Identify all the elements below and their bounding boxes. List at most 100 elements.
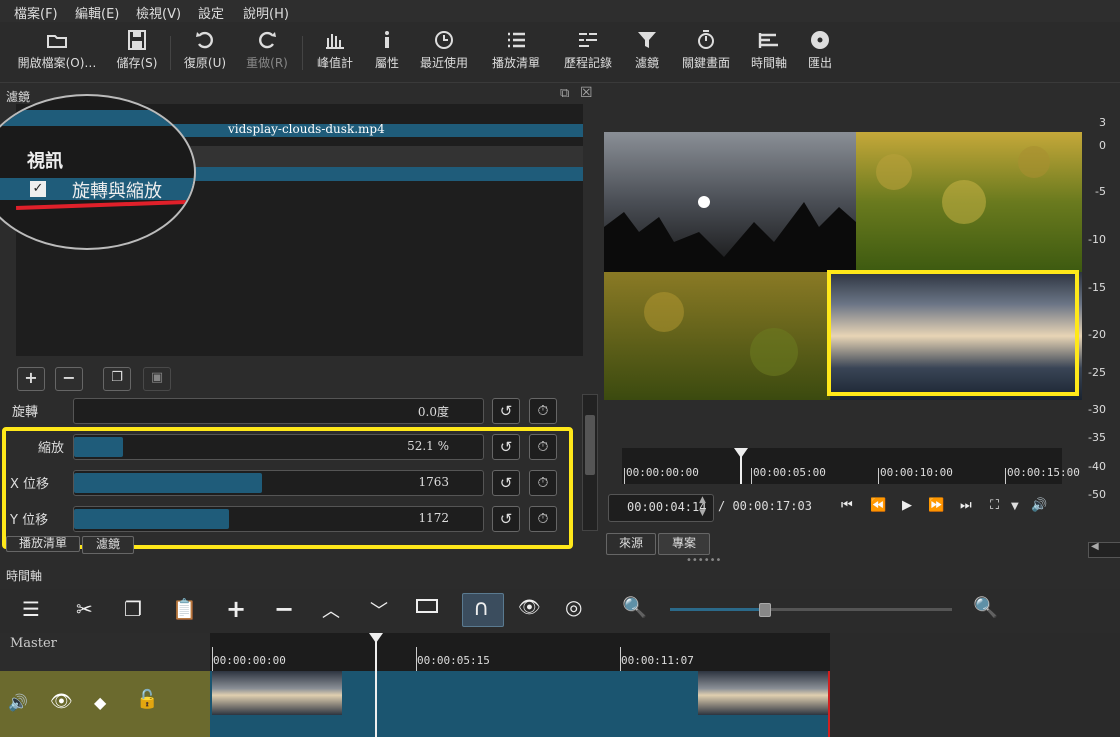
- snap-button[interactable]: ∩: [462, 593, 504, 627]
- meter-label: 3: [1099, 116, 1106, 129]
- meter-label: -25: [1088, 366, 1106, 379]
- save-button[interactable]: 儲存(S): [114, 30, 160, 71]
- scissors-icon[interactable]: ✂: [76, 597, 93, 621]
- lift-icon[interactable]: ︿: [322, 597, 340, 623]
- checkbox-checked[interactable]: ✓: [30, 181, 46, 197]
- properties-button[interactable]: 屬性: [364, 30, 410, 71]
- video-preview: [604, 132, 1082, 400]
- meter-scrollbar[interactable]: ◀: [1088, 541, 1120, 558]
- player-ruler[interactable]: 00:00:00:00 00:00:05:00 00:00:10:00 00:0…: [622, 448, 1080, 484]
- close-icon[interactable]: ☒: [580, 85, 593, 101]
- menu-help[interactable]: 說明(H): [243, 3, 289, 22]
- undo-icon: [196, 31, 213, 49]
- panel-scrollbar[interactable]: [582, 394, 598, 531]
- video-track[interactable]: [210, 671, 830, 737]
- main-toolbar: 開啟檔案(O)… 儲存(S) 復原(U) 重做(R) 峰值計 屬性 最近使用 播…: [0, 22, 1120, 83]
- menu-icon[interactable]: ☰: [22, 597, 40, 621]
- split-icon[interactable]: [416, 599, 438, 613]
- timeline-ruler[interactable]: 00:00:00:00 00:00:05:15 00:00:11:07: [210, 633, 830, 671]
- folder-icon: [47, 35, 67, 48]
- float-icon[interactable]: ⧉: [560, 86, 569, 101]
- timeline-button[interactable]: 時間軸: [746, 30, 792, 71]
- redo-icon: [259, 31, 276, 49]
- menu-edit[interactable]: 編輯(E): [75, 3, 119, 22]
- add-filter-button[interactable]: +: [17, 367, 45, 391]
- history-icon: [579, 33, 597, 47]
- export-button[interactable]: 匯出: [800, 30, 840, 71]
- filters-button[interactable]: 濾鏡: [624, 30, 670, 71]
- tab-playlist[interactable]: 播放清單: [6, 536, 80, 552]
- menu-view[interactable]: 檢視(V): [136, 3, 181, 22]
- open-file-button[interactable]: 開啟檔案(O)…: [12, 30, 102, 71]
- skip-start-icon[interactable]: ⏮: [841, 498, 853, 513]
- meter-label: -30: [1088, 403, 1106, 416]
- paste-icon[interactable]: 📋: [172, 597, 197, 621]
- ruler-tick: [878, 468, 879, 484]
- zoom-fit-icon[interactable]: ⛶: [990, 498, 999, 513]
- toolbar-separator: [170, 36, 171, 70]
- history-button[interactable]: 歷程記錄: [558, 30, 618, 71]
- copy-icon[interactable]: ❐: [124, 597, 142, 621]
- zoom-slider[interactable]: [670, 603, 952, 617]
- spin-up-icon[interactable]: ▲: [699, 495, 706, 505]
- fast-forward-icon[interactable]: ⏩: [928, 498, 944, 513]
- copy-filter-button[interactable]: ❐: [103, 367, 131, 391]
- tab-filters[interactable]: 濾鏡: [82, 536, 134, 554]
- recent-button[interactable]: 最近使用: [414, 30, 474, 71]
- rotation-slider[interactable]: 0.0度: [73, 398, 484, 424]
- tab-project[interactable]: 專案: [658, 533, 710, 555]
- master-label: Master: [10, 636, 57, 651]
- remove-icon[interactable]: −: [274, 595, 294, 623]
- ruler-label: 00:00:10:00: [880, 466, 953, 479]
- ripple-icon[interactable]: ◎: [565, 595, 582, 619]
- playlist-button[interactable]: 播放清單: [486, 30, 546, 71]
- meter-label: -15: [1088, 281, 1106, 294]
- tab-source[interactable]: 來源: [606, 533, 656, 555]
- redo-button[interactable]: 重做(R): [244, 30, 290, 71]
- zoom-slider-handle[interactable]: [759, 603, 771, 617]
- composite-icon[interactable]: ◆: [94, 693, 106, 712]
- current-time-field[interactable]: 00:00:04:14 ▲ ▼: [608, 494, 714, 522]
- zoom-in-icon[interactable]: 🔍: [973, 595, 998, 619]
- ruler-tick: [624, 468, 625, 484]
- skip-end-icon[interactable]: ⏭: [960, 498, 972, 513]
- add-icon[interactable]: +: [226, 595, 246, 623]
- meter-label: -50: [1088, 488, 1106, 501]
- filters-panel-title: 濾鏡: [6, 90, 31, 104]
- overwrite-icon[interactable]: ﹀: [370, 597, 388, 623]
- remove-filter-button[interactable]: −: [55, 367, 83, 391]
- meter-label: -40: [1088, 460, 1106, 473]
- audio-icon[interactable]: 🔊: [8, 693, 28, 712]
- undo-button[interactable]: 復原(U): [182, 30, 228, 71]
- scrub-icon[interactable]: 👁: [518, 597, 541, 618]
- clip-thumbnail-end: [698, 671, 828, 715]
- rewind-icon[interactable]: ⏪: [870, 498, 886, 513]
- keyframe-rotation-button[interactable]: ⏱: [529, 398, 557, 424]
- chevron-down-icon[interactable]: ▼: [1011, 501, 1019, 512]
- rotation-label: 旋轉: [12, 405, 39, 420]
- filters-panel: 濾鏡 ⧉ ☒ vidsplay-clouds-dusk.mp4 視訊 ✓ 旋轉與…: [0, 84, 600, 560]
- save-icon: [128, 30, 146, 50]
- ruler-label: 00:00:05:00: [753, 466, 826, 479]
- unlock-icon[interactable]: 🔓: [136, 689, 158, 710]
- ruler-label: 00:00:05:15: [417, 654, 490, 667]
- menu-settings[interactable]: 設定: [198, 3, 224, 22]
- reset-rotation-button[interactable]: ↺: [492, 398, 520, 424]
- spin-down-icon[interactable]: ▼: [699, 508, 706, 518]
- menu-file[interactable]: 檔案(F): [14, 3, 58, 22]
- peak-meter-button[interactable]: 峰值計: [312, 30, 358, 71]
- total-time: / 00:00:17:03: [718, 499, 812, 513]
- timeline-playhead-line: [375, 641, 377, 737]
- keyframes-button[interactable]: 關鍵畫面: [676, 30, 736, 71]
- zoom-out-icon[interactable]: 🔍: [622, 595, 647, 619]
- volume-icon[interactable]: 🔊: [1031, 498, 1047, 513]
- ruler-label: 00:00:11:07: [621, 654, 694, 667]
- highlight-box: [827, 270, 1079, 396]
- toolbar-separator: [302, 36, 303, 70]
- play-icon[interactable]: ▶: [902, 498, 912, 513]
- eye-icon[interactable]: 👁: [50, 691, 73, 712]
- highlight-box: [2, 427, 573, 549]
- timeline-toolbar: ☰ ✂ ❐ 📋 + − ︿ ﹀ ∩ 👁 ◎ 🔍 🔍: [0, 589, 1120, 633]
- paste-filter-button[interactable]: ▣: [143, 367, 171, 391]
- track-header[interactable]: 🔊 👁 ◆ 🔓: [0, 671, 210, 737]
